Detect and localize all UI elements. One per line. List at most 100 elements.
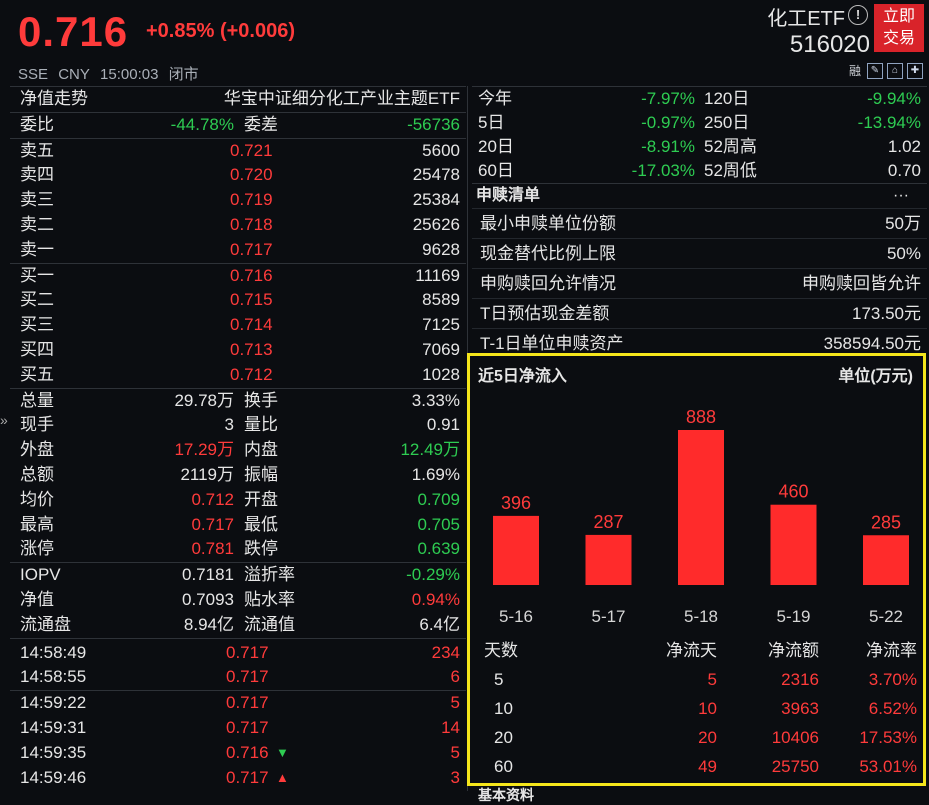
net-inflow-header: 净流率 [866, 641, 917, 660]
net-inflow-row: 5 5 2316 3.70% [470, 665, 923, 694]
stat-label: 流通值 [244, 614, 295, 634]
margin-trading-icon[interactable]: 融 [847, 63, 863, 79]
bid-level-row[interactable]: 买五 0.712 1028 [10, 363, 466, 388]
bid-level-row[interactable]: 买四 0.713 7069 [10, 338, 466, 363]
stat-value: 6.4亿 [419, 614, 460, 634]
net-inflow-flow-days: 5 [707, 670, 717, 689]
stat-value: 29.78万 [174, 390, 234, 410]
ask-level-row[interactable]: 卖四 0.720 25478 [10, 163, 466, 188]
nav-trend-row[interactable]: 净值走势 华宝中证细分化工产业主题ETF [10, 86, 466, 112]
stat-label: 涨停 [20, 539, 54, 559]
currency: CNY [58, 66, 90, 83]
bid-level-row[interactable]: 买一 0.716 11169 [10, 264, 466, 289]
net-inflow-row: 10 10 3963 6.52% [470, 694, 923, 723]
stat-label: 最低 [244, 514, 278, 534]
stat-label: 开盘 [244, 489, 278, 509]
net-inflow-amount: 10406 [771, 728, 819, 747]
net-inflow-table: 天数 净流天 净流额 净流率 5 5 2316 3.70% 10 10 3963 6.52% 20 20 1… [470, 636, 923, 781]
trade-stat-row: 均价 0.712 开盘 0.709 [10, 488, 466, 513]
stat-value: 0.91 [426, 415, 460, 435]
stat-label: 贴水率 [244, 589, 295, 609]
net-inflow-days: 20 [494, 728, 513, 747]
net-inflow-header: 天数 [484, 641, 518, 660]
tick-row: 14:59:46 0.717 ▲ 3 [10, 766, 466, 791]
stat-value: 0.709 [417, 489, 460, 509]
tick-row: 14:58:55 0.717 6 [10, 665, 466, 690]
stat-value: -0.29% [406, 565, 460, 585]
stat-value: 17.29万 [174, 440, 234, 460]
creation-list: 最小申赎单位份额 50万 现金替代比例上限 50% 申购赎回允许情况 申购赎回皆允许 T日预… [472, 208, 927, 358]
bid-levels: 买一 0.716 11169 买二 0.715 8589 买三 0.714 7125 买四 0.71… [10, 262, 466, 388]
stat-label: 均价 [20, 489, 54, 509]
performance-row: 60日 -17.03% 52周低 0.70 [472, 159, 927, 183]
level-volume: 8589 [422, 290, 460, 310]
net-inflow-days: 10 [494, 699, 513, 718]
category-tick-label: 5-18 [684, 607, 718, 626]
nav-trend-link[interactable]: 净值走势 [20, 87, 88, 112]
creation-value: 173.50元 [852, 304, 921, 323]
level-volume: 5600 [422, 140, 460, 160]
perf-label: 5日 [478, 113, 505, 132]
stat-value: 0.781 [191, 539, 234, 559]
perf-label: 20日 [478, 137, 514, 156]
basic-info-section-title[interactable]: 基本资料 [478, 785, 534, 805]
perf-value: -9.94% [867, 89, 921, 108]
level-price: 0.719 [230, 190, 273, 210]
order-book-panel: 净值走势 华宝中证细分化工产业主题ETF 委比 -44.78% 委差 -5673… [10, 86, 466, 790]
level-volume: 7125 [422, 315, 460, 335]
perf-label: 52周低 [704, 161, 757, 180]
nav-stat-row: 净值 0.7093 贴水率 0.94% [10, 588, 466, 613]
trade-now-button[interactable]: 立即 交易 [874, 4, 924, 52]
category-tick-label: 5-16 [499, 607, 533, 626]
ask-level-row[interactable]: 卖五 0.721 5600 [10, 139, 466, 164]
weicha-label: 委差 [244, 114, 278, 134]
market-meta: SSE CNY 15:00:03 闭市 [18, 63, 205, 84]
level-label: 卖三 [20, 190, 54, 210]
level-price: 0.721 [230, 140, 273, 160]
creation-row: T日预估现金差额 173.50元 [472, 298, 927, 328]
ask-level-row[interactable]: 卖三 0.719 25384 [10, 188, 466, 213]
bar-5-19 [770, 504, 817, 585]
ask-level-row[interactable]: 卖一 0.717 9628 [10, 238, 466, 263]
tick-list: 14:58:49 0.717 234 14:58:55 0.717 6 14:59:22 0.… [10, 637, 466, 791]
stat-label: 总额 [20, 464, 54, 484]
net-inflow-rate: 3.70% [868, 670, 917, 689]
net-inflow-rate: 6.52% [868, 699, 917, 718]
creation-title: 申赎清单 [476, 187, 541, 204]
trade-stat-row: 总量 29.78万 换手 3.33% [10, 389, 466, 414]
add-icon[interactable]: ✚ [907, 63, 923, 79]
info-icon[interactable]: ! [848, 5, 868, 25]
bid-level-row[interactable]: 买二 0.715 8589 [10, 288, 466, 313]
perf-label: 250日 [704, 113, 750, 132]
alert-bell-icon[interactable]: ⌂ [887, 63, 903, 79]
stat-value: 12.49万 [400, 440, 460, 460]
level-price: 0.712 [230, 364, 273, 384]
stat-value: 0.639 [417, 539, 460, 559]
net-inflow-header-row: 天数 净流天 净流额 净流率 [470, 636, 923, 665]
edit-icon[interactable]: ✎ [867, 63, 883, 79]
net-inflow-amount: 3963 [781, 699, 819, 718]
net-inflow-chart: 396 5-16 287 5-17 888 5-18 460 5-19 285 5-22 [493, 407, 909, 626]
creation-row: 最小申赎单位份额 50万 [472, 208, 927, 238]
toolbar: 融 ✎ ⌂ ✚ [847, 62, 923, 80]
stat-label: 现手 [20, 415, 54, 435]
tick-volume: 14 [441, 717, 460, 737]
more-icon[interactable]: ··· [893, 184, 909, 208]
trade-button-line2: 交易 [882, 30, 915, 47]
expand-sidebar-icon[interactable]: » [0, 412, 8, 428]
bid-level-row[interactable]: 买三 0.714 7125 [10, 313, 466, 338]
tick-volume: 6 [450, 667, 460, 687]
net-inflow-flow-days: 49 [698, 757, 717, 776]
market-status: 闭市 [168, 66, 199, 83]
perf-label: 52周高 [704, 137, 757, 156]
perf-label: 60日 [478, 161, 514, 180]
stat-label: 跌停 [244, 539, 278, 559]
price-change: +0.85% (+0.006) [146, 20, 295, 42]
ask-level-row[interactable]: 卖二 0.718 25626 [10, 213, 466, 238]
creation-value: 50万 [885, 214, 921, 233]
level-price: 0.713 [230, 339, 273, 359]
tick-time: 14:58:49 [20, 642, 87, 662]
last-price: 0.716 [18, 8, 129, 55]
creation-label: 现金替代比例上限 [480, 244, 616, 263]
stat-value: 8.94亿 [183, 614, 234, 634]
